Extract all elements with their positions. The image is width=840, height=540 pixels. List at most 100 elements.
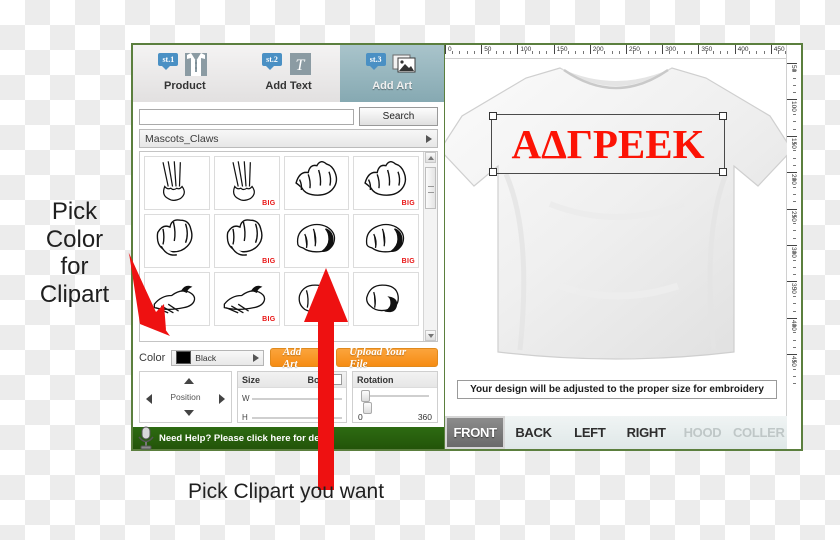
search-button[interactable]: Search bbox=[359, 107, 438, 126]
color-value: Black bbox=[195, 352, 217, 363]
ruler-tick-label: 50 bbox=[481, 45, 491, 54]
rotation-panel: Rotation 0 360 bbox=[352, 371, 438, 423]
move-left-icon[interactable] bbox=[146, 394, 152, 404]
help-bar[interactable]: Need Help? Please click here for demo bbox=[133, 426, 444, 450]
scroll-up-icon[interactable] bbox=[425, 152, 436, 163]
width-label: W bbox=[242, 394, 250, 403]
step-label: Product bbox=[164, 80, 206, 92]
ruler-tick bbox=[669, 51, 671, 54]
size-panel: Size Both W H bbox=[237, 371, 347, 423]
ruler-tick bbox=[793, 106, 796, 108]
clipart-grid: BIG BIG BIG BIG BIG bbox=[140, 152, 423, 341]
clipart-item[interactable]: BIG bbox=[213, 214, 280, 268]
step-label: Add Art bbox=[372, 80, 413, 92]
ruler-tick bbox=[793, 215, 796, 217]
height-slider[interactable] bbox=[252, 416, 342, 419]
position-pad[interactable]: Position bbox=[139, 371, 232, 423]
clipart-item[interactable] bbox=[283, 156, 350, 210]
clipart-scrollbar[interactable] bbox=[423, 152, 437, 341]
size-both-checkbox[interactable] bbox=[331, 374, 342, 385]
view-tab-right[interactable]: RIGHT bbox=[618, 416, 674, 449]
text-t-icon: T bbox=[285, 49, 315, 79]
step-badge: st.2 bbox=[262, 53, 282, 70]
ruler-tick bbox=[793, 325, 796, 327]
ruler-tick bbox=[793, 157, 796, 159]
clipart-item[interactable] bbox=[144, 214, 210, 268]
view-tab-back[interactable]: BACK bbox=[505, 416, 561, 449]
design-text[interactable]: ΑΔΓΡΕΕΚ bbox=[511, 120, 704, 168]
microphone-icon bbox=[138, 426, 154, 450]
ruler-tick bbox=[793, 361, 796, 363]
rotation-min: 0 bbox=[358, 412, 363, 422]
view-tabs: FRONT BACK LEFT RIGHT HOOD COLLER bbox=[445, 416, 787, 449]
ruler-tick bbox=[793, 179, 796, 181]
clipart-big-tag: BIG bbox=[262, 200, 276, 207]
move-down-icon[interactable] bbox=[184, 410, 194, 416]
clipart-search-row: Search bbox=[133, 102, 444, 129]
scroll-down-icon[interactable] bbox=[425, 330, 436, 341]
ruler-tick bbox=[633, 51, 635, 54]
move-up-icon[interactable] bbox=[184, 378, 194, 384]
view-tab-left[interactable]: LEFT bbox=[562, 416, 618, 449]
search-input[interactable] bbox=[139, 108, 354, 125]
move-right-icon[interactable] bbox=[219, 394, 225, 404]
step-tab-add-text[interactable]: st.2 T Add Text bbox=[236, 45, 341, 102]
scrollbar-track[interactable] bbox=[424, 163, 437, 330]
design-studio-window: st.1 Product st.2 T Add Text st.3 Add Ar… bbox=[131, 43, 803, 451]
rotation-knob-a[interactable] bbox=[361, 390, 370, 402]
resize-handle-top-right[interactable] bbox=[719, 112, 727, 120]
color-label: Color bbox=[139, 351, 166, 364]
rotation-slider[interactable] bbox=[361, 395, 429, 397]
ruler-tick bbox=[793, 121, 796, 123]
category-select[interactable]: Mascots_Claws bbox=[139, 129, 438, 148]
clipart-item[interactable] bbox=[144, 156, 210, 210]
rotation-knob-b[interactable] bbox=[363, 402, 372, 414]
chevron-right-icon bbox=[426, 134, 432, 143]
resize-handle-bottom-right[interactable] bbox=[719, 168, 727, 176]
ruler-tick bbox=[793, 230, 796, 232]
upload-your-file-button[interactable]: Upload Your File bbox=[336, 346, 438, 370]
clipart-item[interactable]: BIG bbox=[353, 214, 419, 268]
clipart-item[interactable]: BIG bbox=[353, 156, 419, 210]
add-art-button[interactable]: Add Art bbox=[269, 346, 331, 370]
ruler-tick bbox=[793, 303, 796, 305]
ruler-tick bbox=[531, 51, 533, 54]
ruler-tick bbox=[712, 51, 714, 54]
ruler-tick bbox=[793, 310, 796, 312]
ruler-tick bbox=[647, 51, 649, 54]
clipart-color-select[interactable]: Black bbox=[171, 349, 264, 366]
preview-panel: 050100150200250300350400450 501001502002… bbox=[445, 45, 801, 449]
ruler-tick bbox=[793, 376, 796, 378]
step-tab-product[interactable]: st.1 Product bbox=[133, 45, 237, 102]
ruler-tick bbox=[604, 51, 606, 54]
step-badge: st.1 bbox=[158, 53, 179, 70]
clipart-item[interactable] bbox=[283, 214, 350, 268]
rotation-panel-header: Rotation bbox=[353, 372, 437, 388]
design-selection-box[interactable]: ΑΔΓΡΕΕΚ bbox=[489, 112, 727, 176]
design-canvas[interactable]: ΑΔΓΡΕΕΚ bbox=[445, 58, 787, 403]
annotation-line: Color bbox=[45, 225, 104, 253]
view-tab-front[interactable]: FRONT bbox=[445, 416, 506, 449]
ruler-tick bbox=[568, 51, 570, 54]
clipart-item[interactable]: BIG bbox=[213, 156, 280, 210]
horizontal-ruler: 0 50 100 150 200 250 300 350 400 450 bbox=[445, 45, 787, 59]
width-slider[interactable] bbox=[252, 397, 342, 400]
resize-handle-bottom-left[interactable] bbox=[489, 168, 497, 176]
ruler-tick bbox=[793, 295, 796, 297]
polo-shirt-icon bbox=[181, 49, 211, 79]
ruler-tick bbox=[763, 51, 765, 54]
clipart-item[interactable]: BIG bbox=[213, 272, 280, 326]
step-tab-add-art[interactable]: st.3 Add Art bbox=[340, 45, 445, 102]
ruler-tick bbox=[582, 51, 584, 54]
vertical-ruler: 50100150200250300350400450 bbox=[786, 45, 801, 449]
resize-handle-top-left[interactable] bbox=[489, 112, 497, 120]
ruler-tick bbox=[452, 51, 454, 54]
clipart-item[interactable] bbox=[144, 272, 210, 326]
scrollbar-thumb[interactable] bbox=[425, 167, 436, 209]
clipart-item[interactable] bbox=[283, 272, 350, 326]
ruler-tick bbox=[749, 51, 751, 54]
rotation-max: 360 bbox=[417, 412, 432, 422]
ruler-tick bbox=[473, 51, 475, 54]
clipart-item[interactable] bbox=[353, 272, 419, 326]
ruler-tick bbox=[793, 113, 796, 115]
